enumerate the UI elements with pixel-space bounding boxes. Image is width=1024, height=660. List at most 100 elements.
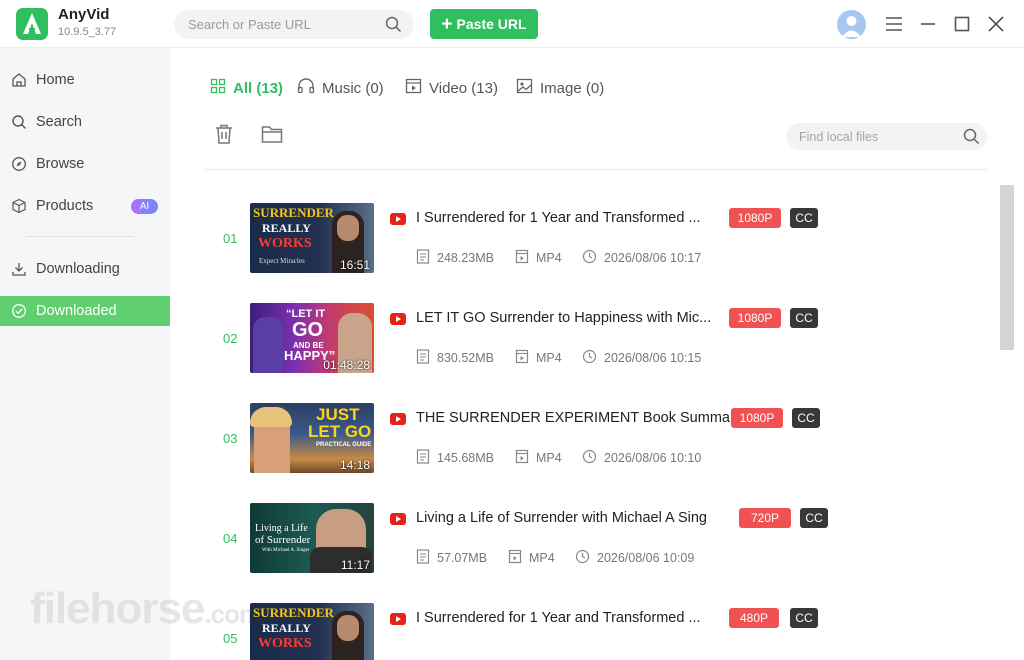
video-file-icon (515, 349, 529, 367)
tab-all[interactable]: All (13) (210, 78, 283, 98)
tab-video[interactable]: Video (13) (405, 78, 498, 98)
resolution-badge: 1080P (729, 208, 781, 228)
home-icon (11, 72, 27, 88)
anyvid-logo-icon (16, 8, 48, 40)
video-title[interactable]: Living a Life of Surrender with Michael … (416, 510, 707, 526)
video-title[interactable]: LET IT GO Surrender to Happiness with Mi… (416, 310, 711, 326)
file-format: MP4 (515, 349, 562, 367)
file-icon (416, 349, 430, 367)
downloaded-list: 01 SURRENDER REALLY WORKS Expect Miracle… (205, 170, 995, 660)
minimize-icon[interactable] (918, 14, 938, 34)
thumbnail-text: WORKS (258, 636, 312, 651)
sidebar-item-label: Browse (36, 156, 85, 172)
list-scrollbar[interactable] (1000, 185, 1014, 350)
youtube-icon (390, 613, 406, 625)
menu-icon[interactable] (884, 14, 904, 34)
item-index: 01 (223, 231, 238, 246)
paste-url-button[interactable]: + Paste URL (430, 9, 538, 39)
video-thumbnail[interactable]: “LET IT GO AND BE HAPPY” 01:48:28 (250, 303, 374, 373)
sidebar: Home Search Browse Products AI Downloadi… (0, 48, 170, 660)
list-item[interactable]: 04 Living a Life of Surrender With Micha… (205, 470, 995, 573)
resolution-badge: 1080P (731, 408, 783, 428)
sidebar-item-products[interactable]: Products AI (0, 191, 170, 221)
video-file-icon (515, 249, 529, 267)
find-local-files-input[interactable] (786, 123, 956, 150)
compass-icon (11, 156, 27, 172)
sidebar-item-downloading[interactable]: Downloading (0, 254, 170, 284)
thumbnail-text: REALLY (262, 221, 311, 235)
download-date-value: 2026/08/06 10:09 (597, 551, 695, 565)
file-size-value: 830.52MB (437, 351, 494, 365)
thumbnail-text: of Surrender (255, 534, 311, 546)
tab-label: Music (0) (322, 79, 384, 97)
file-size-value: 248.23MB (437, 251, 494, 265)
tab-label: Image (0) (540, 79, 605, 97)
download-date: 2026/08/06 10:10 (582, 449, 701, 467)
sidebar-item-label: Products (36, 198, 94, 214)
video-icon (405, 78, 422, 98)
video-thumbnail[interactable]: JUST LET GO PRACTICAL GUIDE 14:18 (250, 403, 374, 473)
file-format: MP4 (515, 249, 562, 267)
file-icon (416, 549, 430, 567)
close-icon[interactable] (986, 14, 1006, 34)
sidebar-item-label: Downloading (36, 261, 120, 277)
grid-icon (210, 78, 226, 98)
list-item[interactable]: 01 SURRENDER REALLY WORKS Expect Miracle… (205, 170, 995, 273)
tab-image[interactable]: Image (0) (516, 78, 604, 98)
list-item[interactable]: 05 SURRENDER REALLY WORKS I Surrendered … (205, 570, 995, 660)
clock-icon (582, 449, 597, 467)
download-date: 2026/08/06 10:09 (575, 549, 694, 567)
tab-music[interactable]: Music (0) (297, 78, 384, 98)
url-search-input[interactable] (174, 10, 379, 39)
tab-label: All (13) (233, 79, 284, 97)
video-thumbnail[interactable]: Living a Life of Surrender With Michael … (250, 503, 374, 573)
file-format-value: MP4 (529, 551, 555, 565)
list-item[interactable]: 03 JUST LET GO PRACTICAL GUIDE 14:18 THE… (205, 370, 995, 473)
thumbnail-text: GO (292, 319, 324, 341)
sidebar-item-search[interactable]: Search (0, 107, 170, 137)
download-date-value: 2026/08/06 10:17 (604, 251, 702, 265)
video-file-icon (508, 549, 522, 567)
video-title[interactable]: I Surrendered for 1 Year and Transformed… (416, 210, 701, 226)
resolution-badge: 480P (729, 608, 779, 628)
app-window: AnyVid 10.9.5_3.77 + Paste URL (0, 0, 1024, 660)
sidebar-item-label: Home (36, 72, 75, 88)
resolution-badge: 720P (739, 508, 791, 528)
video-thumbnail[interactable]: SURRENDER REALLY WORKS (250, 603, 374, 660)
thumbnail-text: With Michael A. Singer (262, 548, 310, 553)
youtube-icon (390, 213, 406, 225)
maximize-icon[interactable] (952, 14, 972, 34)
file-icon (416, 249, 430, 267)
list-item[interactable]: 02 “LET IT GO AND BE HAPPY” 01:48:28 LET… (205, 270, 995, 373)
search-icon[interactable] (963, 128, 980, 150)
trash-icon[interactable] (212, 122, 236, 146)
sidebar-item-home[interactable]: Home (0, 65, 170, 95)
thumbnail-text: PRACTICAL GUIDE (316, 442, 372, 448)
sidebar-item-downloaded[interactable]: Downloaded (0, 296, 170, 326)
youtube-icon (390, 313, 406, 325)
cc-badge: CC (800, 508, 828, 528)
download-icon (11, 261, 27, 277)
ai-badge: AI (131, 199, 158, 214)
folder-icon[interactable] (260, 122, 284, 146)
file-format-value: MP4 (536, 251, 562, 265)
video-title[interactable]: I Surrendered for 1 Year and Transformed… (416, 610, 701, 626)
thumbnail-text: Living a Life (255, 523, 308, 534)
item-index: 05 (223, 631, 238, 646)
video-title[interactable]: THE SURRENDER EXPERIMENT Book Summar... (416, 410, 746, 426)
video-thumbnail[interactable]: SURRENDER REALLY WORKS Expect Miracles 1… (250, 203, 374, 273)
thumbnail-text: Expect Miracles (259, 257, 305, 265)
file-format-value: MP4 (536, 451, 562, 465)
sidebar-item-browse[interactable]: Browse (0, 149, 170, 179)
sidebar-item-label: Search (36, 114, 82, 130)
file-size: 57.07MB (416, 549, 487, 567)
app-version: 10.9.5_3.77 (58, 26, 117, 38)
file-size: 248.23MB (416, 249, 494, 267)
url-search-box (174, 10, 414, 39)
clock-icon (582, 349, 597, 367)
video-file-icon (515, 449, 529, 467)
watermark-main: filehorse (30, 584, 205, 633)
download-date: 2026/08/06 10:17 (582, 249, 701, 267)
avatar[interactable] (837, 10, 866, 39)
search-icon[interactable] (385, 16, 402, 38)
